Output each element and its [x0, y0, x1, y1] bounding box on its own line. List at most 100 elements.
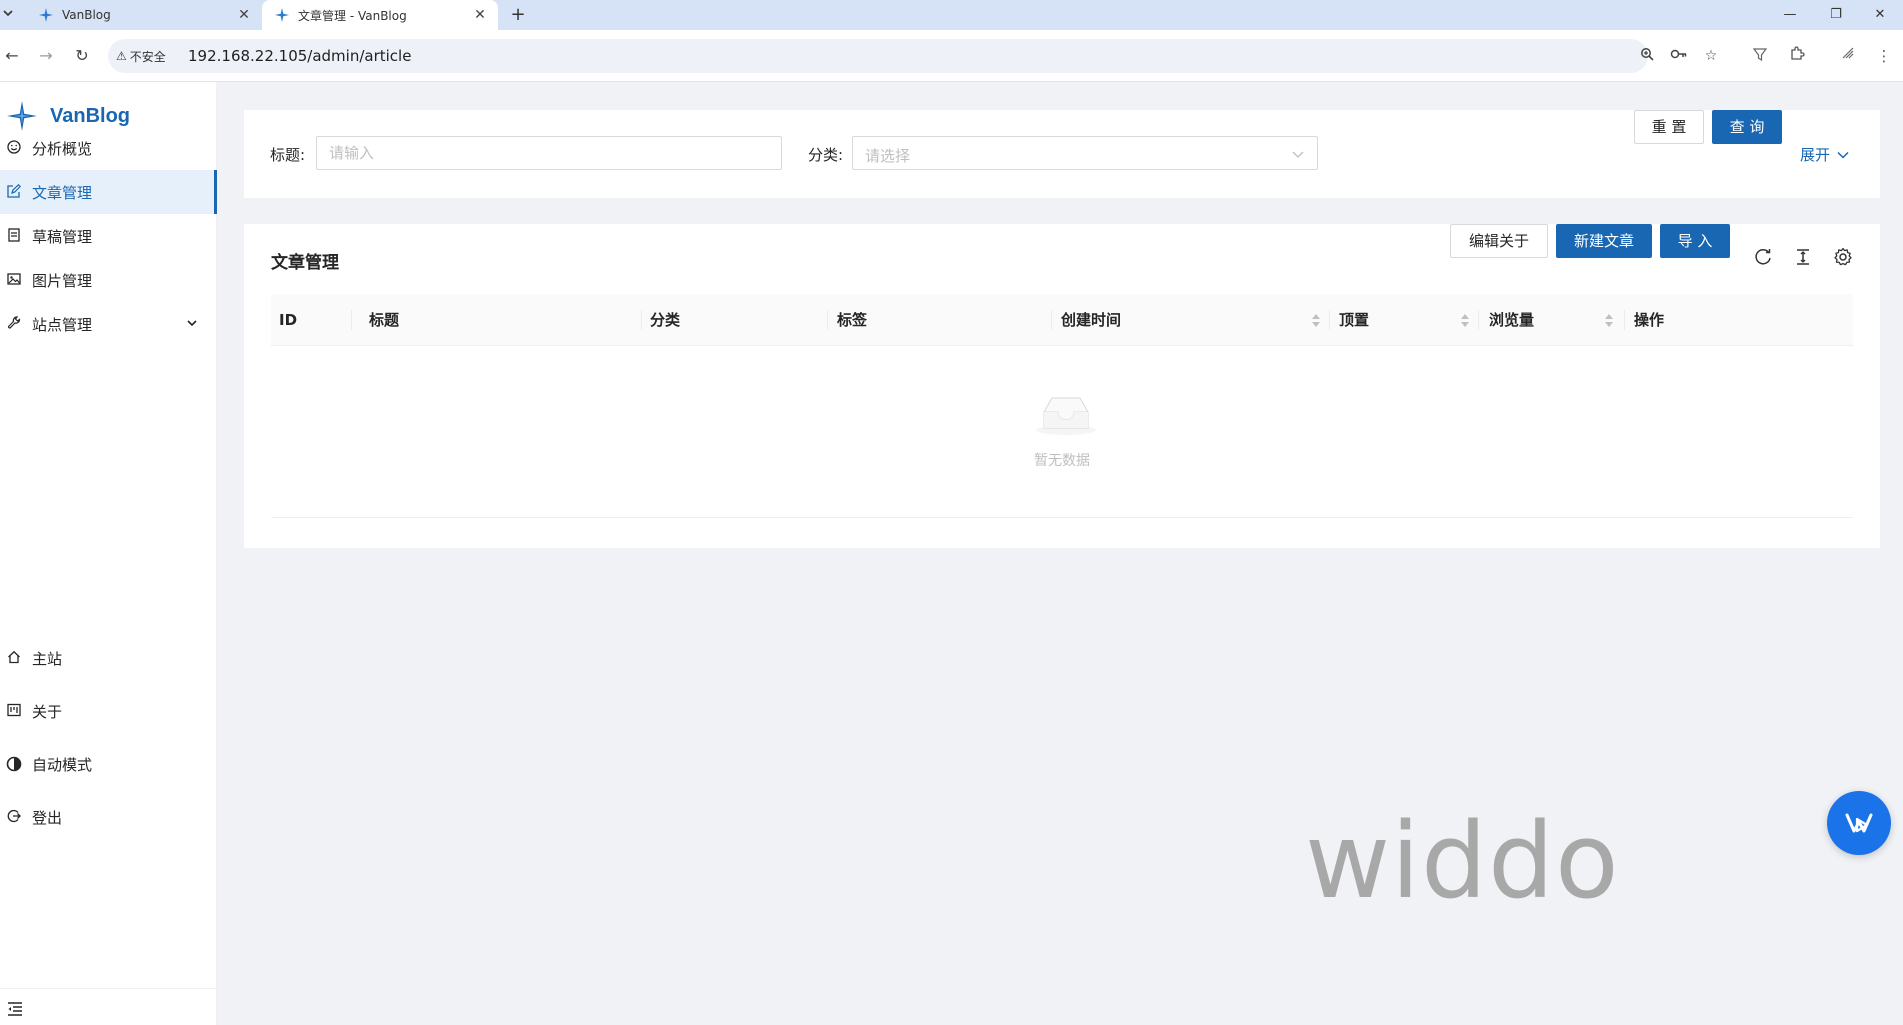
column-separator [351, 310, 352, 330]
table-title: 文章管理 [271, 253, 339, 273]
watermark-text: widdo [1305, 800, 1620, 922]
sidebar-item-label: 登出 [32, 808, 63, 827]
sidebar-item-site-management[interactable]: 站点管理 [0, 302, 217, 346]
sidebar-divider [0, 988, 217, 989]
browser-tab-article-admin[interactable]: 文章管理 - VanBlog ✕ [262, 0, 498, 30]
query-button[interactable]: 查 询 [1712, 110, 1782, 144]
extensions-puzzle-icon[interactable] [1785, 44, 1809, 68]
extension-filter-icon[interactable] [1748, 44, 1772, 68]
column-header-title: 标题 [369, 311, 400, 329]
broom-clear-icon[interactable] [1836, 44, 1860, 68]
empty-state-text: 暂无数据 [1034, 453, 1090, 469]
zoom-icon[interactable] [1638, 47, 1656, 65]
project-icon [6, 703, 22, 719]
picture-icon [6, 272, 22, 288]
chevron-down-icon [187, 320, 197, 327]
reload-icon[interactable]: ↻ [70, 44, 94, 68]
column-header-created-time[interactable]: 创建时间 [1061, 294, 1121, 346]
sidebar-item-images[interactable]: 图片管理 [0, 258, 217, 302]
smile-icon [6, 140, 22, 156]
tab-title: 文章管理 - VanBlog [298, 8, 407, 23]
import-button[interactable]: 导 入 [1660, 224, 1730, 258]
sidebar-item-about[interactable]: 关于 [0, 689, 217, 733]
sort-caret-icon[interactable] [1605, 314, 1613, 327]
site-security-indicator[interactable]: ⚠ 不安全 [116, 46, 166, 66]
sidebar-item-label: 草稿管理 [32, 227, 93, 246]
title-search-input[interactable] [316, 136, 782, 170]
menu-fold-icon[interactable] [6, 1000, 24, 1018]
restore-window-icon[interactable]: ❐ [1813, 0, 1859, 30]
new-article-button[interactable]: 新建文章 [1556, 224, 1652, 258]
column-separator [1624, 310, 1625, 330]
category-select[interactable]: 请选择 [852, 136, 1318, 170]
column-height-icon[interactable] [1792, 246, 1814, 268]
forward-arrow-icon[interactable]: → [34, 44, 58, 68]
close-window-icon[interactable]: ✕ [1857, 0, 1903, 30]
sidebar-item-label: 文章管理 [32, 183, 93, 202]
browser-toolbar: ← → ↻ ⚠ 不安全 192.168.22.105/admin/article… [0, 30, 1903, 82]
tab-close-icon[interactable]: ✕ [236, 7, 252, 23]
empty-inbox-icon [1036, 397, 1096, 435]
sort-caret-icon[interactable] [1312, 314, 1320, 327]
column-header-id: ID [279, 311, 298, 329]
vanblog-favicon-icon [39, 8, 53, 22]
sidebar-item-logout[interactable]: 登出 [0, 795, 217, 839]
reload-icon[interactable] [1752, 246, 1774, 268]
column-separator [827, 310, 828, 330]
password-key-icon[interactable] [1670, 47, 1688, 65]
sidebar-item-label: 主站 [32, 649, 63, 668]
column-header-views[interactable]: 浏览量 [1489, 294, 1534, 346]
tab-close-icon[interactable]: ✕ [472, 7, 488, 23]
brand-name: VanBlog [50, 104, 131, 127]
chevron-down-icon [1292, 151, 1304, 158]
chevron-down-icon [1837, 151, 1849, 159]
home-icon [6, 650, 22, 666]
browser-menu-kebab-icon[interactable]: ⋮ [1872, 44, 1896, 68]
container-icon [6, 228, 22, 244]
new-tab-plus-icon[interactable]: + [508, 5, 528, 25]
column-separator [641, 310, 642, 330]
sidebar-item-label: 站点管理 [32, 315, 93, 334]
sidebar-item-articles[interactable]: 文章管理 [0, 170, 217, 214]
back-arrow-icon[interactable]: ← [0, 44, 24, 68]
url-text[interactable]: 192.168.22.105/admin/article [188, 47, 411, 65]
assistant-logo-icon [1845, 813, 1873, 833]
tab-search-chevron-icon[interactable] [2, 7, 18, 23]
column-header-category: 分类 [650, 311, 681, 329]
column-separator [1051, 310, 1052, 330]
tab-title: VanBlog [62, 8, 111, 22]
column-separator [1478, 310, 1479, 330]
reset-button[interactable]: 重 置 [1634, 110, 1704, 144]
column-header-tags: 标签 [837, 311, 868, 329]
minimize-window-icon[interactable]: — [1767, 0, 1813, 30]
table-empty-state: 暂无数据 [271, 346, 1853, 518]
sidebar-item-theme-auto[interactable]: 自动模式 [0, 742, 217, 786]
logout-icon [6, 809, 22, 825]
category-field-label: 分类: [808, 146, 844, 164]
category-select-placeholder: 请选择 [865, 147, 911, 165]
column-header-pinned[interactable]: 顶置 [1339, 294, 1369, 346]
floating-assistant-button[interactable] [1827, 791, 1891, 855]
address-bar[interactable]: ⚠ 不安全 192.168.22.105/admin/article ☆ [108, 39, 1717, 73]
sidebar-item-analysis[interactable]: 分析概览 [0, 126, 217, 170]
expand-label: 展开 [1800, 146, 1831, 164]
vanblog-favicon-icon [275, 8, 289, 22]
warning-triangle-icon: ⚠ [116, 49, 127, 63]
settings-gear-icon[interactable] [1832, 246, 1854, 268]
sidebar-item-label: 分析概览 [32, 139, 93, 158]
title-field-label: 标题: [270, 146, 306, 164]
edit-about-button[interactable]: 编辑关于 [1450, 224, 1548, 258]
expand-filters-link[interactable]: 展开 [1800, 144, 1850, 165]
browser-tab-vanblog[interactable]: VanBlog ✕ [26, 0, 262, 30]
sidebar-item-label: 关于 [32, 702, 63, 721]
sidebar-item-main-site[interactable]: 主站 [0, 636, 217, 680]
sort-caret-icon[interactable] [1461, 314, 1469, 327]
bookmark-star-icon[interactable]: ☆ [1702, 47, 1720, 65]
contrast-icon [6, 756, 22, 772]
column-header-actions: 操作 [1634, 311, 1665, 329]
edit-icon [6, 183, 22, 200]
sidebar-item-label: 图片管理 [32, 271, 93, 290]
sidebar-item-drafts[interactable]: 草稿管理 [0, 214, 217, 258]
article-table-card: 文章管理 编辑关于 新建文章 导 入 ID 标题 分类 标签 创建时间 顶置 浏… [244, 224, 1880, 548]
table-header-row: ID 标题 分类 标签 创建时间 顶置 浏览量 操作 [271, 294, 1853, 346]
